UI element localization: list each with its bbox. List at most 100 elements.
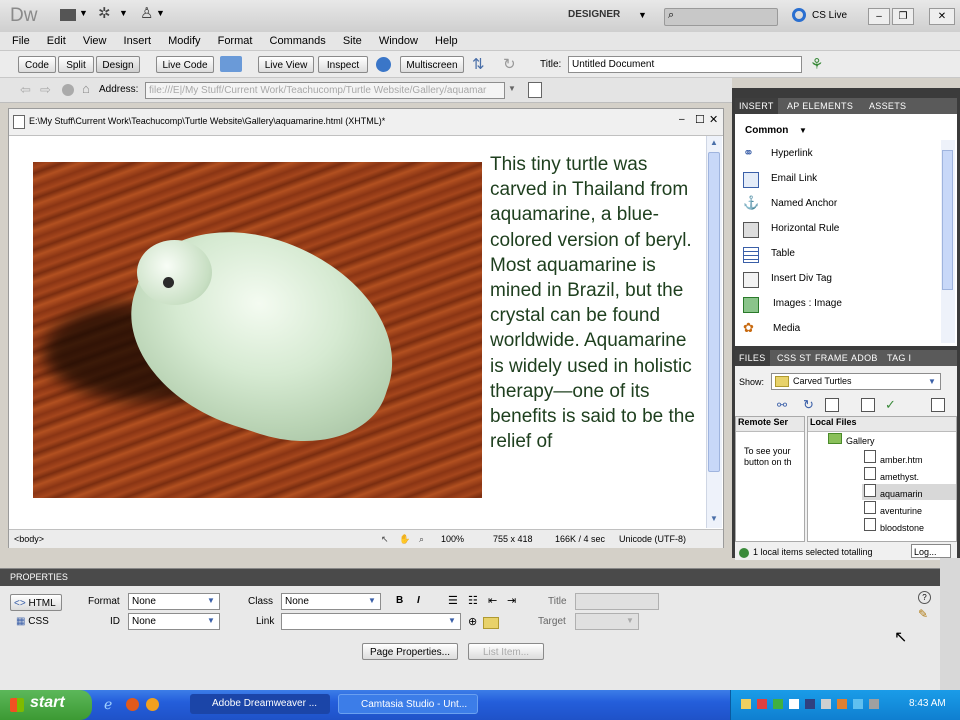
expand-icon[interactable] <box>931 398 945 412</box>
forward-arrow-icon[interactable]: ⇨ <box>40 82 51 98</box>
tab-tag-inspector[interactable]: TAG I <box>883 350 915 366</box>
chevron-down-icon[interactable]: ▼ <box>799 126 807 135</box>
taskbar-camtasia[interactable]: Camtasia Studio - Unt... <box>338 694 478 714</box>
file-status-icon[interactable]: ⚘ <box>810 55 823 73</box>
tree-file[interactable]: amber.htm <box>864 450 923 466</box>
menu-format[interactable]: Format <box>218 35 253 47</box>
preview-globe-icon[interactable] <box>376 57 391 72</box>
tab-css-styles[interactable]: CSS ST <box>773 350 815 366</box>
insert-category[interactable]: Common <box>745 125 788 136</box>
css-mode-button[interactable]: ▦ CSS <box>16 616 49 627</box>
clock[interactable]: 8:43 AM <box>909 698 946 709</box>
tray-icon[interactable] <box>853 699 863 709</box>
ordered-list-icon[interactable]: ☷ <box>468 594 478 607</box>
live-view-button[interactable]: Live View <box>258 56 314 73</box>
site-select[interactable]: Carved Turtles <box>771 373 941 390</box>
tree-file[interactable]: aventurine <box>864 501 922 517</box>
home-icon[interactable]: ⌂ <box>82 81 90 96</box>
menu-edit[interactable]: Edit <box>47 35 66 47</box>
italic-button[interactable]: I <box>417 595 420 606</box>
browser-compat-icon[interactable] <box>220 56 242 72</box>
menu-modify[interactable]: Modify <box>168 35 200 47</box>
link-input[interactable] <box>281 613 461 630</box>
chevron-down-icon[interactable]: ▼ <box>119 8 128 18</box>
close-button[interactable]: ✕ <box>929 8 955 25</box>
refresh-icon[interactable]: ↻ <box>503 55 516 73</box>
minimize-document-button[interactable]: – <box>679 114 685 125</box>
html-mode-button[interactable]: <> HTML <box>10 594 62 611</box>
cs-live-icon[interactable] <box>792 8 806 22</box>
zoom-tool-icon[interactable]: ⌕ <box>419 530 424 548</box>
minimize-button[interactable]: – <box>868 8 890 25</box>
tray-icon[interactable] <box>869 699 879 709</box>
hand-tool-icon[interactable]: ✋ <box>399 530 410 548</box>
media-player-icon[interactable] <box>146 698 159 711</box>
quick-tag-editor-icon[interactable]: ✎ <box>918 607 928 621</box>
tray-icon[interactable] <box>773 699 783 709</box>
get-files-icon[interactable] <box>825 398 839 412</box>
chevron-down-icon[interactable]: ▼ <box>928 377 936 386</box>
chevron-down-icon[interactable]: ▼ <box>448 616 456 625</box>
document-title-input[interactable]: Untitled Document <box>568 56 802 73</box>
help-icon[interactable]: ? <box>918 591 931 604</box>
document-scrollbar[interactable]: ▲ ▼ <box>706 136 722 528</box>
insert-item-table[interactable]: Table <box>735 243 940 268</box>
live-code-button[interactable]: Live Code <box>156 56 214 73</box>
menu-window[interactable]: Window <box>379 35 418 47</box>
start-button[interactable]: start <box>0 690 92 720</box>
tray-icon[interactable] <box>805 699 815 709</box>
tag-selector[interactable]: <body> <box>14 530 44 548</box>
insert-item-media[interactable]: ✿ Media <box>735 318 940 343</box>
tree-file[interactable]: amethyst. <box>864 467 919 483</box>
browse-folder-icon[interactable] <box>483 617 499 629</box>
chevron-down-icon[interactable]: ▼ <box>508 84 516 93</box>
restore-button[interactable]: ❐ <box>892 8 914 25</box>
tab-assets[interactable]: ASSETS <box>865 98 910 114</box>
refresh-icon[interactable]: ↻ <box>803 397 814 413</box>
scroll-thumb[interactable] <box>708 152 720 472</box>
window-size[interactable]: 755 x 418 <box>493 530 533 548</box>
design-view-button[interactable]: Design <box>96 56 140 73</box>
connect-icon[interactable]: ⚯ <box>777 398 787 412</box>
cs-live-button[interactable]: CS Live <box>812 10 847 21</box>
point-to-file-icon[interactable]: ⊕ <box>468 615 477 628</box>
restore-document-button[interactable]: ☐ <box>695 113 705 126</box>
properties-title[interactable]: PROPERTIES <box>10 572 68 582</box>
address-options-icon[interactable] <box>528 82 542 98</box>
menu-view[interactable]: View <box>83 35 107 47</box>
file-management-icon[interactable]: ⇅ <box>472 55 485 73</box>
menu-file[interactable]: File <box>12 35 30 47</box>
insert-item-div-tag[interactable]: Insert Div Tag <box>735 268 940 293</box>
split-view-button[interactable]: Split <box>58 56 94 73</box>
unordered-list-icon[interactable]: ☰ <box>448 594 458 607</box>
class-select[interactable]: None <box>281 593 381 610</box>
outdent-icon[interactable]: ⇤ <box>488 594 497 607</box>
list-item-button[interactable]: List Item... <box>468 643 544 660</box>
tab-files[interactable]: FILES <box>735 350 770 366</box>
scroll-down-arrow[interactable]: ▼ <box>710 514 718 523</box>
insert-item-named-anchor[interactable]: ⚓ Named Anchor <box>735 193 940 218</box>
page-properties-button[interactable]: Page Properties... <box>362 643 458 660</box>
chevron-down-icon[interactable]: ▼ <box>79 8 88 18</box>
check-out-icon[interactable]: ✓ <box>885 397 896 413</box>
scroll-thumb[interactable] <box>942 150 953 290</box>
log-button[interactable]: Log... <box>911 544 951 558</box>
chevron-down-icon[interactable]: ▼ <box>207 616 215 625</box>
address-input[interactable]: file:///E|/My Stuff/Current Work/Teachuc… <box>145 82 505 99</box>
indent-icon[interactable]: ⇥ <box>507 594 516 607</box>
tab-ap-elements[interactable]: AP ELEMENTS <box>783 98 857 114</box>
chevron-down-icon[interactable]: ▼ <box>156 8 165 18</box>
document-path[interactable]: E:\My Stuff\Current Work\Teachucomp\Turt… <box>29 116 385 126</box>
taskbar-dreamweaver[interactable]: Adobe Dreamweaver ... <box>190 694 330 714</box>
menu-help[interactable]: Help <box>435 35 458 47</box>
close-document-button[interactable]: ✕ <box>709 113 718 126</box>
insert-item-email-link[interactable]: Email Link <box>735 168 940 193</box>
code-view-button[interactable]: Code <box>18 56 56 73</box>
tray-icon[interactable] <box>789 699 799 709</box>
scroll-up-arrow[interactable]: ▲ <box>710 138 718 147</box>
menu-insert[interactable]: Insert <box>124 35 152 47</box>
chevron-down-icon[interactable]: ▼ <box>626 616 634 625</box>
insert-panel-scrollbar[interactable] <box>941 140 955 343</box>
ie-icon[interactable]: ℯ <box>104 696 112 713</box>
insert-item-image[interactable]: Images : Image <box>735 293 940 318</box>
